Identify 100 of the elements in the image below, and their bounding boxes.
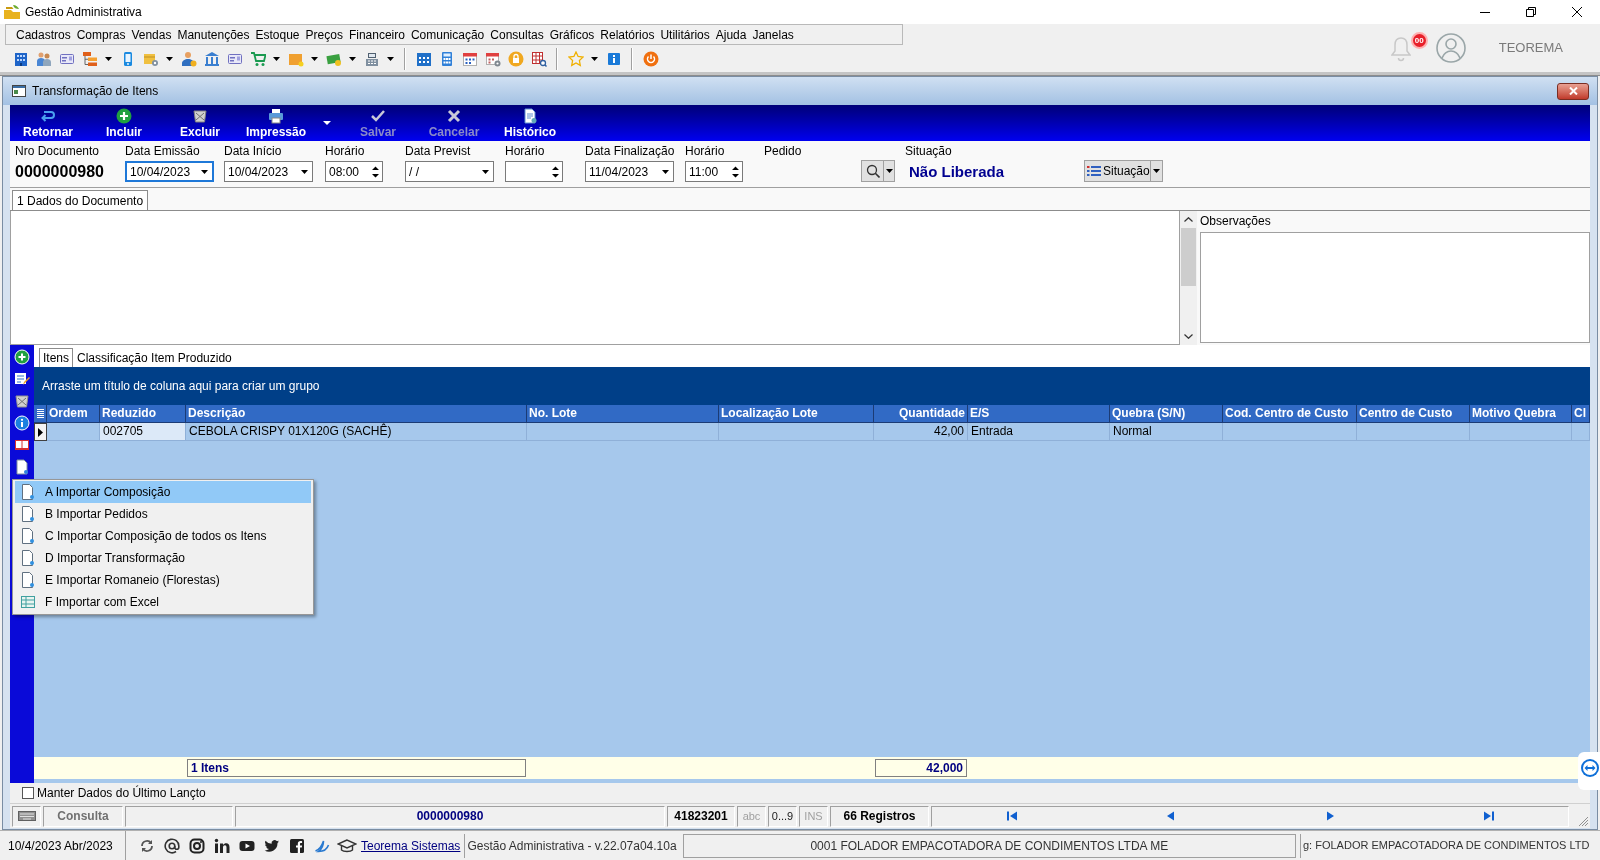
basket-icon[interactable]: [14, 393, 30, 409]
caret-icon[interactable]: [885, 169, 893, 173]
column-header[interactable]: Quantidade: [874, 405, 968, 422]
info-icon[interactable]: [14, 415, 30, 431]
date-field[interactable]: 10/04/2023: [224, 161, 313, 182]
power-icon[interactable]: [642, 50, 659, 67]
person-coin-icon[interactable]: [180, 50, 197, 67]
date-field[interactable]: 10/04/2023: [125, 161, 214, 182]
people-icon[interactable]: [35, 50, 52, 67]
column-header[interactable]: Cod. Centro de Custo: [1223, 405, 1357, 422]
caret-icon[interactable]: [166, 56, 173, 61]
calendar-gear-icon[interactable]: [484, 50, 501, 67]
menu-item[interactable]: Utilitários: [657, 26, 713, 43]
column-header[interactable]: Ordem: [47, 405, 100, 422]
bird-icon[interactable]: [263, 837, 280, 854]
star-icon[interactable]: [567, 50, 584, 67]
caret-icon[interactable]: [300, 169, 308, 174]
last-icon[interactable]: [1483, 811, 1494, 821]
in-logo-icon[interactable]: [213, 837, 230, 854]
lookup-button[interactable]: [861, 160, 895, 182]
plus-circle-icon[interactable]: [14, 349, 30, 365]
info-icon[interactable]: [605, 50, 622, 67]
cart-icon[interactable]: [249, 50, 266, 67]
column-header[interactable]: No. Lote: [527, 405, 719, 422]
f-logo-icon[interactable]: [288, 837, 305, 854]
toolbar-button[interactable]: Histórico: [492, 105, 568, 141]
scrollbar-thumb[interactable]: [1181, 228, 1196, 286]
toolbar-button[interactable]: Excluir: [162, 105, 238, 141]
menu-item[interactable]: Consultas: [487, 26, 547, 43]
calendar-grid-icon[interactable]: [415, 50, 432, 67]
menu-item[interactable]: E Importar Romaneio (Florestas): [15, 569, 311, 591]
column-header[interactable]: Descrição: [186, 405, 527, 422]
caret-icon[interactable]: [349, 56, 356, 61]
toolbar-button[interactable]: Retornar: [10, 105, 86, 141]
tab[interactable]: Itens: [39, 348, 73, 367]
spin-arrows-icon[interactable]: [371, 165, 379, 178]
column-header[interactable]: Reduzido: [100, 405, 186, 422]
org-chart-icon[interactable]: [81, 50, 98, 67]
cash-register-icon[interactable]: [363, 50, 380, 67]
toolbar-button[interactable]: Impressão: [238, 105, 314, 141]
note-pencil-icon[interactable]: [14, 371, 30, 387]
menu-item[interactable]: Estoque: [252, 26, 303, 43]
building-icon[interactable]: [12, 50, 29, 67]
at-sign-icon[interactable]: [163, 837, 180, 854]
menu-item[interactable]: Gráficos: [546, 26, 598, 43]
caret-icon[interactable]: [273, 56, 280, 61]
menu-item[interactable]: C Importar Composição de todos os Itens: [15, 525, 311, 547]
observations-field[interactable]: [1200, 232, 1590, 343]
resize-grip-icon[interactable]: [1578, 816, 1589, 827]
row-indicator[interactable]: [34, 423, 47, 441]
menu-item[interactable]: A Importar Composição: [15, 481, 311, 503]
circular-arrows-icon[interactable]: [138, 837, 155, 854]
caret-icon[interactable]: [481, 169, 489, 174]
bank-icon[interactable]: [203, 50, 220, 67]
date-field[interactable]: / /: [405, 161, 494, 182]
spin-arrows-icon[interactable]: [551, 165, 559, 178]
table-search-icon[interactable]: [530, 50, 547, 67]
menu-item[interactable]: Janelas: [749, 26, 797, 43]
column-header[interactable]: Localização Lote: [719, 405, 874, 422]
menu-item[interactable]: B Importar Pedidos: [15, 503, 311, 525]
chevron-down-icon[interactable]: [1184, 334, 1193, 339]
chevron-up-icon[interactable]: [1184, 217, 1193, 222]
caret-icon[interactable]: [387, 56, 394, 61]
caret-icon[interactable]: [200, 169, 208, 174]
menu-item[interactable]: Preços: [302, 26, 346, 43]
camera-icon[interactable]: [188, 837, 205, 854]
time-field[interactable]: 11:00: [685, 161, 743, 182]
menu-item[interactable]: Comunicação: [407, 26, 488, 43]
close-button[interactable]: [1557, 82, 1589, 100]
website-link[interactable]: Teorema Sistemas: [361, 836, 461, 855]
time-field[interactable]: [505, 161, 563, 182]
caret-icon[interactable]: [311, 56, 318, 61]
book-icon[interactable]: [14, 437, 30, 453]
caret-icon[interactable]: [661, 169, 669, 174]
spin-arrows-icon[interactable]: [731, 165, 739, 178]
column-header[interactable]: Quebra (S/N): [1110, 405, 1223, 422]
menu-item[interactable]: F Importar com Excel: [15, 591, 311, 613]
menu-item[interactable]: Compras: [73, 26, 129, 43]
caret-icon[interactable]: [591, 56, 598, 61]
menu-item[interactable]: Financeiro: [345, 26, 408, 43]
restore-icon[interactable]: [1526, 7, 1536, 17]
calendar-icon[interactable]: [461, 50, 478, 67]
column-list-icon[interactable]: [36, 409, 44, 418]
graduation-cap-icon[interactable]: [337, 837, 357, 854]
menu-item[interactable]: D Importar Transformação: [15, 547, 311, 569]
tab[interactable]: 1 Dados do Documento: [12, 190, 149, 210]
column-header[interactable]: Centro de Custo: [1357, 405, 1470, 422]
menu-item[interactable]: Cadastros: [13, 26, 74, 43]
document-icon[interactable]: [14, 459, 30, 475]
next-icon[interactable]: [1324, 811, 1335, 821]
vertical-scrollbar[interactable]: [1180, 211, 1197, 345]
caret-icon[interactable]: [1152, 169, 1160, 173]
toolbar-button[interactable]: Incluir: [86, 105, 162, 141]
checkbox[interactable]: [22, 787, 34, 799]
menu-item[interactable]: Relatórios: [597, 26, 658, 43]
status-button[interactable]: Situação: [1084, 160, 1163, 182]
caret-icon[interactable]: [323, 121, 331, 125]
column-header[interactable]: Cl: [1572, 405, 1590, 422]
menu-item[interactable]: Manutenções: [174, 26, 253, 43]
date-field[interactable]: 11/04/2023: [585, 161, 674, 182]
